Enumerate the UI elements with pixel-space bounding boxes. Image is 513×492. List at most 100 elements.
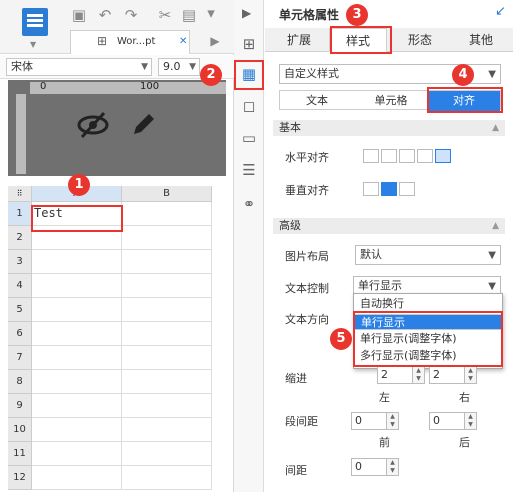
file-tab[interactable]: ⊞ Wor...pt ✕ (70, 30, 190, 54)
section-basic[interactable]: 基本 ▲ (273, 120, 505, 136)
font-select[interactable]: 宋体 ▼ (6, 58, 152, 76)
grid-cell[interactable] (122, 346, 212, 370)
text-control-value: 单行显示 (358, 279, 402, 292)
row-header[interactable]: 1 (8, 202, 32, 226)
stepper-icon[interactable]: ▲ ▼ (387, 412, 399, 430)
row-header[interactable]: 3 (8, 250, 32, 274)
section-advanced-label: 高级 (279, 219, 301, 232)
font-bar: 宋体 ▼ 9.0 ▼ (0, 55, 234, 79)
grid-cell[interactable] (32, 346, 122, 370)
section-advanced[interactable]: 高级 ▲ (273, 218, 505, 234)
line-spacing-input[interactable]: 0 (351, 458, 387, 476)
collapse-icon[interactable]: ↙ (495, 4, 506, 19)
indent-left-caption: 左 (379, 391, 390, 404)
highlight-cell-property (234, 60, 264, 90)
preview-area (8, 80, 226, 176)
step-badge-2: 2 (200, 64, 222, 86)
row-header[interactable]: 10 (8, 418, 32, 442)
grid-cell[interactable] (122, 274, 212, 298)
link-icon[interactable]: ⚭ (239, 194, 259, 214)
save-icon[interactable]: ▣ (70, 6, 88, 24)
grid-cell[interactable] (122, 394, 212, 418)
grid-cell[interactable] (122, 298, 212, 322)
grid-cell[interactable] (122, 226, 212, 250)
image-layout-select[interactable]: 默认 ▼ (355, 245, 501, 265)
align-distributed-icon[interactable] (435, 149, 451, 163)
grid-cell[interactable] (32, 250, 122, 274)
cut-icon[interactable]: ✂ (156, 6, 174, 24)
grid-cell[interactable] (32, 322, 122, 346)
indent-label: 缩进 (285, 372, 307, 385)
align-middle-icon[interactable] (381, 182, 397, 196)
para-before-input[interactable]: 0 (351, 412, 387, 430)
row-header[interactable]: 11 (8, 442, 32, 466)
font-size-select[interactable]: 9.0 ▼ (158, 58, 200, 76)
close-tab-icon[interactable]: ✕ (179, 36, 187, 47)
expand-icon[interactable]: ▶ (242, 6, 251, 20)
para-after-input[interactable]: 0 (429, 412, 465, 430)
stepper-icon[interactable]: ▲ ▼ (465, 366, 477, 384)
redo-icon[interactable]: ↷ (122, 6, 140, 24)
panel-title: 单元格属性 (279, 8, 340, 22)
stepper-icon[interactable]: ▲ ▼ (465, 412, 477, 430)
grid-cell[interactable] (122, 370, 212, 394)
row-header[interactable]: 8 (8, 370, 32, 394)
paste-icon[interactable]: ▤ (180, 6, 198, 24)
grid-cell[interactable] (122, 322, 212, 346)
step-badge-1: 1 (68, 174, 90, 196)
subtab-cell[interactable]: 单元格 (354, 91, 428, 111)
highlight-align-subtab (427, 87, 503, 113)
chevron-up-icon: ▲ (492, 221, 499, 231)
cell-property-panel: 单元格属性 ↙ 扩展 样式 形态 其他 自定义样式 ▼ 文本 单元格 对齐 基本… (265, 0, 513, 492)
grid-cell[interactable] (32, 370, 122, 394)
header-icon[interactable]: ⊞ (239, 34, 259, 54)
indent-right-input[interactable]: 2 (429, 366, 465, 384)
grid-cell[interactable] (32, 394, 122, 418)
grid-cell[interactable] (32, 442, 122, 466)
tab-form[interactable]: 形态 (391, 28, 449, 52)
condition-icon[interactable]: ☰ (239, 160, 259, 180)
format-painter-icon[interactable]: ▶ (206, 32, 224, 50)
indent-left-input[interactable]: 2 (377, 366, 413, 384)
subtab-text[interactable]: 文本 (280, 91, 354, 111)
align-top-icon[interactable] (363, 182, 379, 196)
stepper-icon[interactable]: ▲ ▼ (387, 458, 399, 476)
ruler-mark: 100 (140, 81, 160, 92)
align-right-icon[interactable] (399, 149, 415, 163)
highlight-style-tab (330, 26, 392, 54)
align-justify-icon[interactable] (417, 149, 433, 163)
row-header[interactable]: 2 (8, 226, 32, 250)
widget-icon[interactable]: ▭ (239, 128, 259, 148)
edit-icon[interactable] (128, 110, 158, 143)
ruler-vertical (16, 94, 26, 174)
align-left-icon[interactable] (363, 149, 379, 163)
align-bottom-icon[interactable] (399, 182, 415, 196)
row-header[interactable]: 9 (8, 394, 32, 418)
grid-cell[interactable] (32, 298, 122, 322)
option-auto-wrap[interactable]: 自动换行 (354, 296, 502, 312)
tab-extension[interactable]: 扩展 (271, 28, 327, 52)
grid-cell[interactable] (32, 418, 122, 442)
frame-icon[interactable]: ◻ (239, 96, 259, 116)
align-center-icon[interactable] (381, 149, 397, 163)
corner-handle[interactable]: ⠿ (8, 186, 32, 202)
col-header-b[interactable]: B (122, 186, 212, 202)
grid-cell[interactable] (32, 466, 122, 490)
grid-cell[interactable] (122, 418, 212, 442)
grid-cell[interactable] (122, 202, 212, 226)
grid-cell[interactable] (122, 250, 212, 274)
hide-icon[interactable] (76, 110, 110, 148)
grid-cell[interactable] (122, 466, 212, 490)
chevron-down-icon[interactable]: ▼ (30, 40, 36, 49)
grid-cell[interactable] (122, 442, 212, 466)
grid-cell[interactable] (32, 274, 122, 298)
stepper-icon[interactable]: ▲ ▼ (413, 366, 425, 384)
row-header[interactable]: 4 (8, 274, 32, 298)
row-header[interactable]: 5 (8, 298, 32, 322)
row-header[interactable]: 6 (8, 322, 32, 346)
more-icon[interactable]: ▾ (202, 4, 220, 22)
row-header[interactable]: 12 (8, 466, 32, 490)
row-header[interactable]: 7 (8, 346, 32, 370)
undo-icon[interactable]: ↶ (96, 6, 114, 24)
tab-other[interactable]: 其他 (453, 28, 509, 52)
